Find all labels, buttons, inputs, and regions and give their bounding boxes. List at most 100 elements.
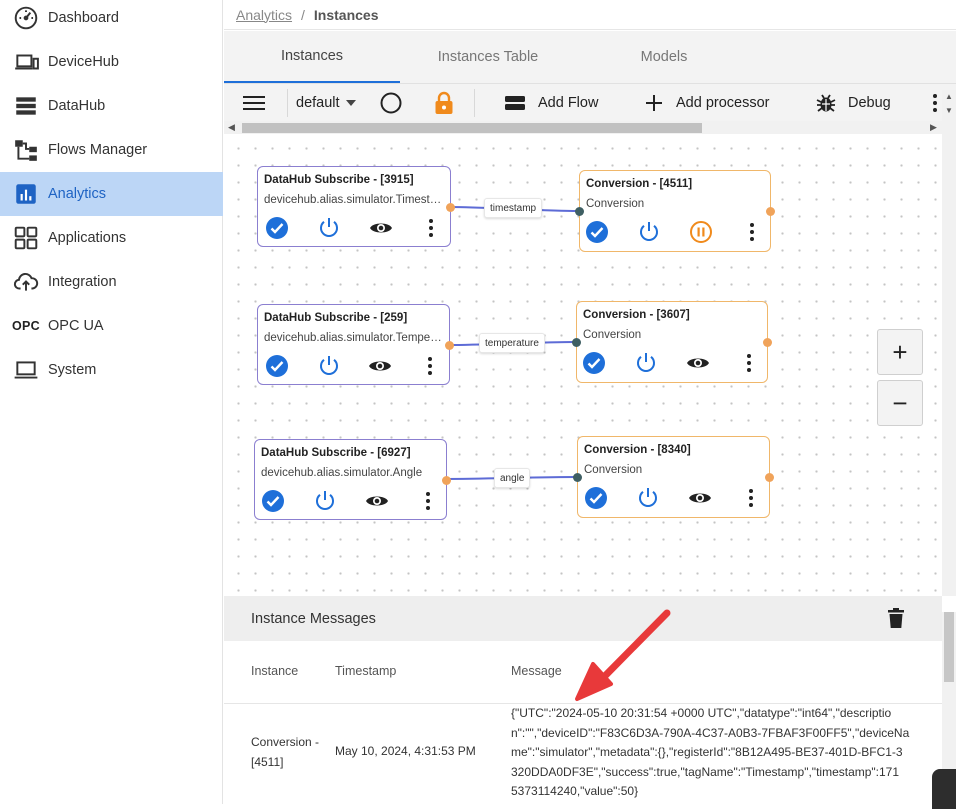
- message-line: 320DDA0DF3E","success":true,"tagName":"T…: [511, 764, 900, 779]
- caret-down-icon: [345, 100, 356, 106]
- eye-icon[interactable]: [687, 485, 713, 511]
- apps-grid-icon: [12, 224, 40, 252]
- sidebar-item-opc-ua[interactable]: OPC OPC UA: [0, 304, 223, 348]
- flow-node[interactable]: Conversion - [4511] Conversion: [575, 170, 775, 252]
- enabled-check-icon[interactable]: [260, 488, 286, 514]
- eye-icon[interactable]: [367, 353, 393, 379]
- sidebar-item-datahub[interactable]: DataHub: [0, 84, 223, 128]
- lock-icon: [435, 91, 453, 114]
- node-menu-icon[interactable]: [418, 215, 444, 241]
- message-line: n":"","deviceID":"F83C6D3A-790A-4C37-A0B…: [511, 725, 910, 740]
- menu-button[interactable]: [243, 84, 265, 122]
- scroll-right-icon[interactable]: ▶: [930, 122, 937, 133]
- zoom-in-button[interactable]: +: [877, 329, 923, 375]
- output-port[interactable]: [445, 341, 454, 350]
- scroll-thumb[interactable]: [944, 612, 954, 682]
- power-icon[interactable]: [635, 485, 661, 511]
- messages-header: Instance Messages: [224, 596, 942, 641]
- sidebar-item-system[interactable]: System: [0, 348, 223, 392]
- output-port[interactable]: [765, 473, 774, 482]
- column-header-timestamp[interactable]: Timestamp: [335, 664, 396, 678]
- add-flow-button[interactable]: Add Flow: [505, 84, 598, 122]
- eye-icon[interactable]: [685, 350, 711, 376]
- enabled-check-icon[interactable]: [584, 219, 610, 245]
- trash-icon: [888, 608, 904, 628]
- breadcrumb-link-analytics[interactable]: Analytics: [236, 7, 292, 23]
- cell-instance-line: [4511]: [251, 754, 284, 769]
- node-menu-icon[interactable]: [739, 219, 765, 245]
- flow-node[interactable]: Conversion - [8340] Conversion: [573, 436, 774, 518]
- node-menu-icon[interactable]: [415, 488, 441, 514]
- zoom-out-button[interactable]: −: [877, 380, 923, 426]
- flow-node[interactable]: DataHub Subscribe - [3915] devicehub.ali…: [257, 166, 455, 247]
- node-menu-icon[interactable]: [736, 350, 762, 376]
- scroll-left-icon[interactable]: ◀: [228, 122, 235, 133]
- column-header-message[interactable]: Message: [511, 664, 562, 678]
- input-port[interactable]: [575, 207, 584, 216]
- cell-timestamp: May 10, 2024, 4:31:53 PM: [335, 744, 476, 758]
- scroll-down-icon[interactable]: ▼: [945, 106, 953, 115]
- cloud-upload-icon: [12, 268, 40, 296]
- input-port[interactable]: [572, 338, 581, 347]
- debug-button[interactable]: Debug: [816, 84, 891, 122]
- output-port[interactable]: [442, 476, 451, 485]
- tab-instances[interactable]: Instances: [224, 31, 400, 83]
- status-toggle-button[interactable]: [380, 84, 402, 122]
- power-icon[interactable]: [312, 488, 338, 514]
- clear-messages-button[interactable]: [888, 608, 904, 632]
- enabled-check-icon[interactable]: [264, 215, 290, 241]
- power-icon[interactable]: [316, 215, 342, 241]
- tab-instances-table[interactable]: Instances Table: [400, 31, 576, 83]
- sidebar-item-label: OPC UA: [48, 318, 104, 334]
- debug-label: Debug: [848, 95, 891, 111]
- zoom-out-label: −: [892, 388, 908, 418]
- sidebar-item-applications[interactable]: Applications: [0, 216, 223, 260]
- sidebar-item-integration[interactable]: Integration: [0, 260, 223, 304]
- more-menu-button[interactable]: [932, 84, 938, 122]
- tab-models[interactable]: Models: [576, 31, 752, 83]
- power-icon[interactable]: [636, 219, 662, 245]
- chart-icon: [12, 180, 40, 208]
- sidebar-item-analytics[interactable]: Analytics: [0, 172, 223, 216]
- flow-select[interactable]: default: [296, 84, 356, 122]
- enabled-check-icon[interactable]: [583, 485, 609, 511]
- tab-bar: Instances Instances Table Models: [224, 31, 956, 83]
- sidebar-item-label: Integration: [48, 274, 117, 290]
- output-port[interactable]: [446, 203, 455, 212]
- flow-node[interactable]: Conversion - [3607] Conversion: [572, 301, 772, 383]
- sidebar-item-devicehub[interactable]: DeviceHub: [0, 40, 223, 84]
- output-port[interactable]: [766, 207, 775, 216]
- eye-icon[interactable]: [364, 488, 390, 514]
- enabled-check-icon[interactable]: [264, 353, 290, 379]
- instance-messages-panel: Instance Messages Instance Timestamp Mes…: [224, 596, 942, 804]
- scroll-up-icon[interactable]: ▲: [945, 92, 953, 101]
- output-port[interactable]: [763, 338, 772, 347]
- power-icon[interactable]: [316, 353, 342, 379]
- sidebar-item-dashboard[interactable]: Dashboard: [0, 0, 223, 40]
- edge-label[interactable]: angle: [494, 468, 531, 488]
- input-port[interactable]: [573, 473, 582, 482]
- node-menu-icon[interactable]: [738, 485, 764, 511]
- column-header-instance[interactable]: Instance: [251, 664, 298, 678]
- pause-icon[interactable]: [688, 219, 714, 245]
- node-title: DataHub Subscribe - [259]: [264, 312, 408, 324]
- node-actions: [255, 488, 446, 518]
- scroll-thumb[interactable]: [242, 123, 702, 133]
- canvas-horizontal-scrollbar[interactable]: ◀ ▶: [224, 121, 942, 134]
- edge-label[interactable]: timestamp: [484, 198, 543, 218]
- sidebar-item-flows-manager[interactable]: Flows Manager: [0, 128, 223, 172]
- power-icon[interactable]: [633, 350, 659, 376]
- sidebar: Dashboard DeviceHub DataHub Flows Manage…: [0, 0, 223, 804]
- message-line: 5373114240,"value":50}: [511, 784, 639, 798]
- chat-widget-button[interactable]: [932, 769, 956, 809]
- flow-node[interactable]: DataHub Subscribe - [259] devicehub.alia…: [257, 304, 454, 385]
- flow-canvas[interactable]: DataHub Subscribe - [3915] devicehub.ali…: [224, 134, 942, 596]
- edge-label[interactable]: temperature: [479, 333, 545, 353]
- enabled-check-icon[interactable]: [581, 350, 607, 376]
- node-menu-icon[interactable]: [417, 353, 443, 379]
- eye-icon[interactable]: [368, 215, 394, 241]
- flow-node[interactable]: DataHub Subscribe - [6927] devicehub.ali…: [254, 439, 451, 520]
- canvas-vertical-scrollbar[interactable]: ▲ ▼: [942, 90, 956, 596]
- add-processor-button[interactable]: Add processor: [645, 84, 770, 122]
- lock-button[interactable]: [434, 84, 454, 122]
